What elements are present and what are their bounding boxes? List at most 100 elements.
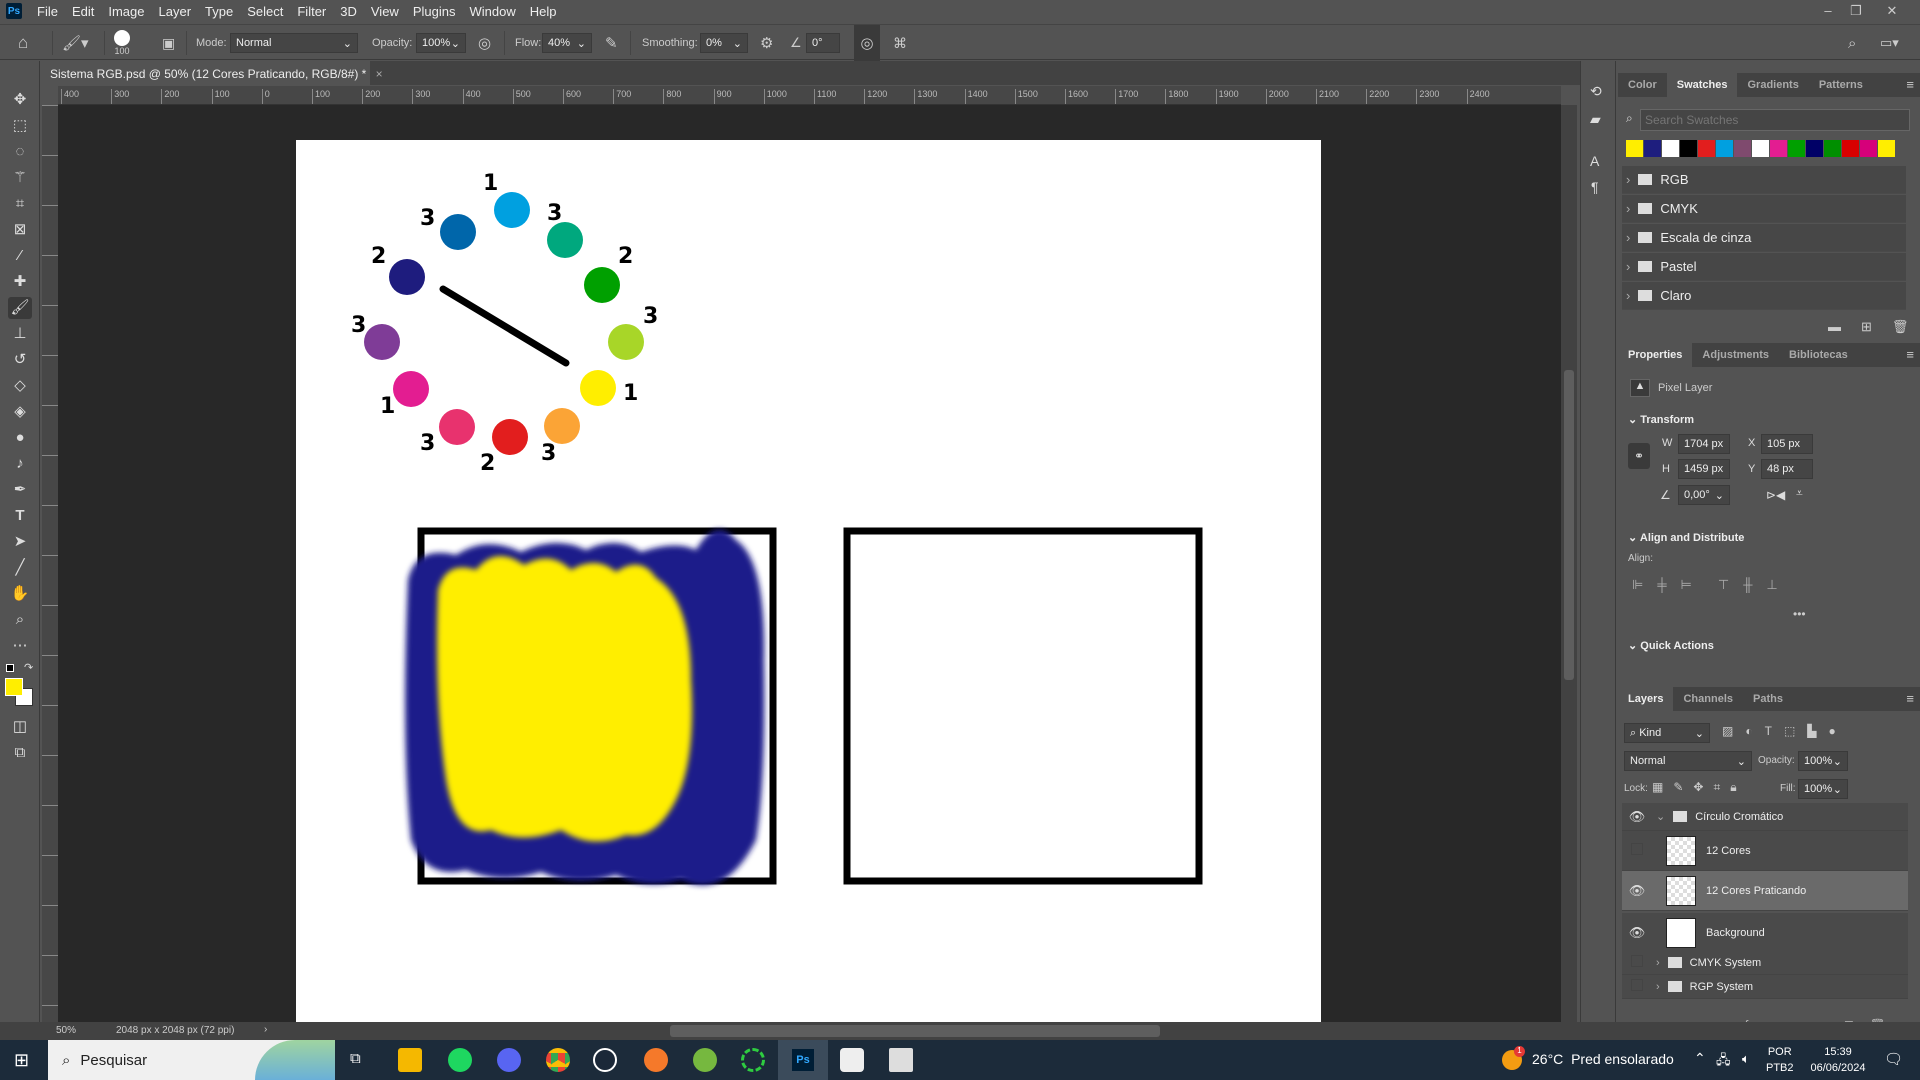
tray-chevron-icon[interactable]: ⌃ bbox=[1694, 1050, 1706, 1067]
comments-panel-icon[interactable]: ▰ bbox=[1590, 111, 1601, 128]
brush-preset-icon[interactable]: 🖌︎▾ bbox=[62, 25, 89, 61]
status-arrow-icon[interactable]: › bbox=[264, 1024, 267, 1035]
workspace-icon[interactable]: ▭▾ bbox=[1880, 25, 1899, 61]
layer-row[interactable]: 👁︎ ⌄ Círculo Cromático bbox=[1622, 803, 1908, 831]
align-section-header[interactable]: ⌄ Align and Distribute bbox=[1628, 531, 1744, 544]
task-view-icon[interactable]: ⧉ bbox=[350, 1050, 361, 1067]
layer-row[interactable]: 12 Cores bbox=[1622, 831, 1908, 871]
screen-mode-icon[interactable]: ⧉ bbox=[8, 742, 32, 764]
photoshop-taskbar-button[interactable]: Ps bbox=[778, 1040, 828, 1080]
flow-field[interactable]: 40% ⌄ bbox=[542, 33, 592, 53]
menu-edit[interactable]: Edit bbox=[65, 4, 101, 19]
scroll-thumb[interactable] bbox=[1564, 370, 1574, 680]
chevron-right-icon[interactable]: › bbox=[1626, 172, 1630, 187]
align-top-icon[interactable]: ⊤ bbox=[1718, 577, 1729, 593]
layer-row[interactable]: 👁︎ 12 Cores Praticando bbox=[1622, 871, 1908, 911]
foreground-color-swatch[interactable] bbox=[5, 678, 23, 696]
line-tool-icon[interactable]: ╱ bbox=[8, 557, 32, 579]
magic-wand-tool-icon[interactable]: ⚚ bbox=[8, 167, 32, 189]
filter-type-icon[interactable]: T bbox=[1765, 724, 1772, 738]
loading-app-icon[interactable] bbox=[741, 1048, 765, 1072]
eyedropper-tool-icon[interactable]: ⁄ bbox=[8, 245, 32, 267]
pressure-size-icon[interactable]: ◎ bbox=[854, 25, 880, 61]
canvas-area[interactable]: 132313231323 bbox=[58, 105, 1561, 1022]
blender-icon[interactable] bbox=[644, 1048, 668, 1072]
history-brush-tool-icon[interactable]: ↺ bbox=[8, 349, 32, 371]
paint-bucket-tool-icon[interactable]: ◈ bbox=[8, 401, 32, 423]
menu-view[interactable]: View bbox=[364, 4, 406, 19]
path-selection-tool-icon[interactable]: ➤ bbox=[8, 531, 32, 553]
menu-type[interactable]: Type bbox=[198, 4, 240, 19]
lasso-tool-icon[interactable]: ◌ bbox=[8, 141, 32, 163]
marquee-tool-icon[interactable]: ⬚ bbox=[8, 115, 32, 137]
align-left-icon[interactable]: ⊫ bbox=[1632, 577, 1643, 593]
notifications-icon[interactable]: 🗨︎ bbox=[1884, 1050, 1903, 1068]
swatch[interactable] bbox=[1824, 140, 1841, 157]
swatch[interactable] bbox=[1734, 140, 1751, 157]
align-bottom-icon[interactable]: ⊥ bbox=[1766, 577, 1777, 593]
swatch[interactable] bbox=[1860, 140, 1877, 157]
weather-icon[interactable]: 1 bbox=[1502, 1046, 1525, 1070]
layer-row[interactable]: › RGP System bbox=[1622, 975, 1908, 999]
brush-size-picker[interactable]: 100 bbox=[114, 25, 130, 61]
pressure-opacity-icon[interactable]: ◎ bbox=[478, 25, 491, 61]
pen-tool-icon[interactable]: ✒ bbox=[8, 479, 32, 501]
menu-plugins[interactable]: Plugins bbox=[406, 4, 463, 19]
menu-3d[interactable]: 3D bbox=[333, 4, 364, 19]
chrome-icon[interactable] bbox=[546, 1048, 570, 1072]
swatch[interactable] bbox=[1662, 140, 1679, 157]
filter-adjustment-icon[interactable]: ◐ bbox=[1745, 724, 1752, 738]
swatch[interactable] bbox=[1770, 140, 1787, 157]
app-icon[interactable] bbox=[840, 1048, 864, 1072]
document-canvas[interactable]: 132313231323 bbox=[296, 140, 1321, 1022]
lock-artboard-icon[interactable]: ⌗ bbox=[1713, 780, 1720, 795]
quick-mask-icon[interactable]: ◫ bbox=[8, 716, 32, 738]
default-colors-icon[interactable] bbox=[6, 664, 14, 672]
taskbar-search[interactable]: ⌕ Pesquisar bbox=[48, 1040, 335, 1080]
search-icon[interactable]: ⌕ bbox=[1848, 25, 1856, 61]
align-vcenter-icon[interactable]: ╫ bbox=[1743, 577, 1752, 593]
tab-color[interactable]: Color bbox=[1618, 73, 1667, 97]
smoothing-field[interactable]: 0% ⌄ bbox=[700, 33, 748, 53]
swatch[interactable] bbox=[1752, 140, 1769, 157]
delete-swatch-icon[interactable]: 🗑︎ bbox=[1892, 319, 1909, 335]
search-swatches-input[interactable] bbox=[1640, 109, 1910, 131]
swatch[interactable] bbox=[1698, 140, 1715, 157]
hand-tool-icon[interactable]: ✋ bbox=[8, 583, 32, 605]
swap-colors-icon[interactable]: ↷ bbox=[24, 661, 33, 674]
fill-field[interactable]: 100% ⌄ bbox=[1798, 779, 1848, 799]
menu-help[interactable]: Help bbox=[523, 4, 564, 19]
home-icon[interactable]: ⌂ bbox=[18, 25, 28, 61]
gear-icon[interactable]: ⚙ bbox=[760, 25, 773, 61]
chevron-right-icon[interactable]: › bbox=[1626, 259, 1630, 274]
lock-pixels-icon[interactable]: ✎ bbox=[1673, 780, 1683, 795]
document-tab[interactable]: Sistema RGB.psd @ 50% (12 Cores Pratican… bbox=[40, 61, 383, 85]
swatch-group[interactable]: › Claro bbox=[1622, 282, 1906, 310]
layer-filter-kind[interactable]: ⌕ Kind ⌄ bbox=[1624, 723, 1710, 743]
x-field[interactable]: 105 px bbox=[1761, 434, 1813, 454]
menu-file[interactable]: File bbox=[30, 4, 65, 19]
tab-swatches[interactable]: Swatches bbox=[1666, 73, 1738, 97]
quick-actions-section-header[interactable]: ⌄ Quick Actions bbox=[1628, 639, 1714, 652]
chevron-down-icon[interactable]: ⌄ bbox=[1656, 810, 1665, 823]
zoom-tool-icon[interactable]: ⌕ bbox=[8, 609, 32, 631]
layer-opacity-field[interactable]: 100% ⌄ bbox=[1798, 751, 1848, 771]
steam-icon[interactable] bbox=[593, 1048, 617, 1072]
weather-temp[interactable]: 26°C bbox=[1532, 1051, 1563, 1067]
windows-start-icon[interactable]: ⊞ bbox=[14, 1050, 29, 1071]
new-group-icon[interactable]: ▬ bbox=[1828, 319, 1841, 335]
swatch[interactable] bbox=[1716, 140, 1733, 157]
menu-layer[interactable]: Layer bbox=[152, 4, 199, 19]
zoom-level[interactable]: 50% bbox=[56, 1025, 76, 1036]
close-tab-icon[interactable]: × bbox=[376, 67, 383, 81]
filter-pixel-icon[interactable]: ▨ bbox=[1722, 724, 1733, 738]
angle-field[interactable]: 0° bbox=[806, 33, 840, 53]
clock[interactable]: 15:39 06/06/2024 bbox=[1806, 1044, 1870, 1076]
panel-menu-icon[interactable]: ≡ bbox=[1906, 77, 1914, 92]
transform-section-header[interactable]: ⌄ Transform bbox=[1628, 413, 1694, 426]
swatch[interactable] bbox=[1878, 140, 1895, 157]
panel-menu-icon[interactable]: ≡ bbox=[1906, 347, 1914, 362]
tab-adjustments[interactable]: Adjustments bbox=[1692, 343, 1779, 367]
height-field[interactable]: 1459 px bbox=[1678, 459, 1730, 479]
spotify-icon[interactable] bbox=[448, 1048, 472, 1072]
